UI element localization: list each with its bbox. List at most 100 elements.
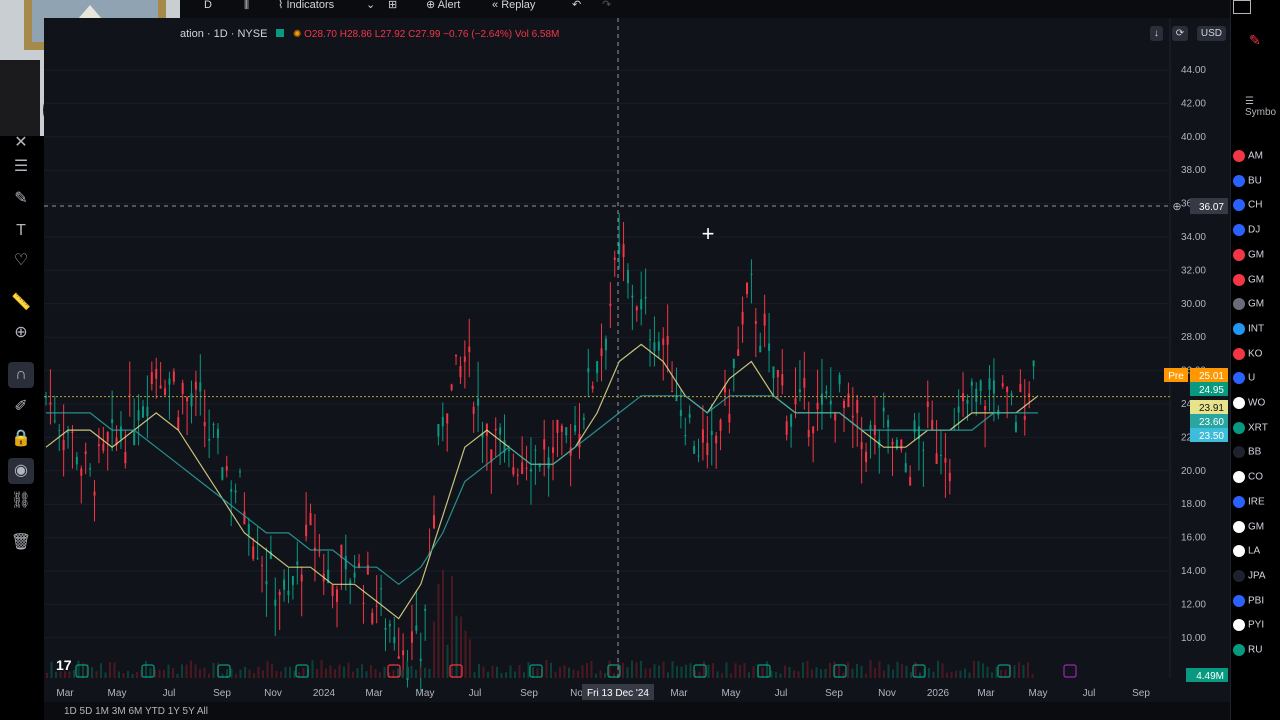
watchlist-row[interactable]: XRT xyxy=(1233,421,1280,444)
candle-body xyxy=(283,579,286,590)
candle-body xyxy=(534,449,537,451)
volume-bar xyxy=(73,670,75,678)
candle-body xyxy=(349,580,352,584)
watchlist-row[interactable]: JPA xyxy=(1233,569,1280,592)
favorites-icon[interactable]: ♡ xyxy=(8,248,34,274)
volume-bar xyxy=(797,671,800,678)
candle-body xyxy=(380,588,383,590)
download-icon[interactable]: ↓ xyxy=(1149,26,1163,41)
candle-body xyxy=(424,608,427,611)
candle-body xyxy=(521,462,524,475)
replay-button[interactable]: « Replay xyxy=(492,0,535,18)
watchlist-row[interactable]: INT xyxy=(1233,322,1280,345)
volume-bar xyxy=(361,664,363,678)
watchlist-row[interactable]: WO xyxy=(1233,397,1280,419)
refresh-icon[interactable]: ⟳ xyxy=(1171,26,1189,41)
candle-body xyxy=(935,453,938,464)
redo-icon[interactable]: ↷ xyxy=(602,0,611,18)
x-tick-label: Mar xyxy=(365,688,383,699)
pre-market-label: Pre xyxy=(1168,371,1184,382)
magnet-icon[interactable]: ∩ xyxy=(8,362,34,388)
watchlist-row[interactable]: DJ xyxy=(1233,224,1280,246)
brush-tool-icon[interactable]: ✎ xyxy=(8,186,34,212)
candle-body xyxy=(344,556,347,570)
volume-bar xyxy=(568,667,570,678)
text-tool-icon[interactable]: T xyxy=(8,218,34,244)
watchlist-row[interactable]: GM xyxy=(1233,520,1280,543)
price-chart[interactable]: 44.0042.0040.0038.0036.0034.0032.0030.00… xyxy=(44,18,1230,702)
zoom-icon[interactable]: ⊕ xyxy=(8,320,34,346)
layout-icon[interactable] xyxy=(1233,0,1251,14)
volume-bar xyxy=(406,660,408,678)
watchlist-row[interactable]: RU xyxy=(1233,644,1280,666)
x-tick-label: Mar xyxy=(56,688,74,699)
watchlist-row[interactable]: CO xyxy=(1233,471,1280,493)
ruler-icon[interactable]: 📏 xyxy=(8,290,34,316)
candle-body xyxy=(371,612,374,624)
chevron-down-icon[interactable]: ⌄ xyxy=(366,0,375,18)
volume-bar xyxy=(550,662,552,678)
trendline-tool-icon[interactable]: ☰ xyxy=(8,154,34,180)
volume-bar xyxy=(995,666,998,678)
pen-icon[interactable]: ✎ xyxy=(1249,32,1261,49)
bottom-bar: 1D 5D 1M 3M 6M YTD 1Y 5Y All xyxy=(44,702,1230,720)
earnings-icon: ✺ xyxy=(292,29,305,40)
watchlist-row[interactable]: KO xyxy=(1233,347,1280,370)
watchlist-row[interactable]: AM xyxy=(1233,150,1280,172)
candle-body xyxy=(150,372,153,385)
candle-body xyxy=(653,342,656,352)
candle-body xyxy=(212,424,215,426)
timeframe-selector[interactable]: 1D 5D 1M 3M 6M YTD 1Y 5Y All xyxy=(64,706,208,717)
x-tick-label: Nov xyxy=(878,688,896,699)
watchlist-row[interactable]: BB xyxy=(1233,446,1280,468)
x-tick-label: Mar xyxy=(977,688,995,699)
chart-canvas[interactable]: 44.0042.0040.0038.0036.0034.0032.0030.00… xyxy=(44,18,1230,702)
watchlist-row[interactable]: GM xyxy=(1233,248,1280,271)
candle-body xyxy=(67,431,70,433)
candle-body xyxy=(507,449,510,452)
volume-tag-label: 4.49M xyxy=(1196,671,1224,682)
replay-icon: « xyxy=(492,0,502,11)
watchlist-row[interactable]: LA xyxy=(1233,545,1280,567)
candle-body xyxy=(741,311,744,325)
candle-body xyxy=(657,341,660,351)
volume-bar xyxy=(365,671,368,678)
lock-icon[interactable]: 🔒 xyxy=(8,426,34,452)
candle-body xyxy=(278,592,281,596)
indicators-button[interactable]: ⌇ Indicators xyxy=(278,0,334,18)
candle-body xyxy=(772,366,775,379)
y-tick-label: 20.00 xyxy=(1181,466,1206,477)
crosshair-tool-icon[interactable]: ✕ xyxy=(8,130,34,156)
interval-button[interactable]: D xyxy=(204,0,212,18)
candle-body xyxy=(446,413,449,424)
volume-bar xyxy=(793,670,795,678)
watchlist-row[interactable]: PYI xyxy=(1233,619,1280,641)
undo-icon[interactable]: ↶ xyxy=(572,0,581,18)
watchlist-row[interactable]: IRE xyxy=(1233,495,1280,518)
candle-body xyxy=(238,471,241,473)
currency-select[interactable]: USD xyxy=(1196,26,1226,41)
candle-body xyxy=(622,244,625,258)
volume-bar xyxy=(892,669,894,678)
hide-drawings-icon[interactable]: ◉ xyxy=(8,458,34,484)
symbol-logo-icon xyxy=(1233,150,1245,162)
watchlist-row[interactable]: CH xyxy=(1233,199,1280,221)
link-icon[interactable]: ⛓ xyxy=(8,488,34,514)
candle-body xyxy=(159,385,162,389)
watchlist-row[interactable]: GM xyxy=(1233,273,1280,296)
candle-style-icon[interactable]: ⫼ xyxy=(244,0,249,18)
watchlist-row[interactable]: GM xyxy=(1233,298,1280,320)
candle-body xyxy=(1006,386,1009,393)
trash-icon[interactable]: 🗑 xyxy=(8,530,34,556)
candle-body xyxy=(829,400,832,405)
volume-bar xyxy=(104,672,107,678)
candle-body xyxy=(252,546,255,560)
watchlist-row[interactable]: PBI xyxy=(1233,594,1280,617)
watchlist-row[interactable]: BU xyxy=(1233,174,1280,197)
stay-in-drawing-icon[interactable]: ✐ xyxy=(8,394,34,420)
alert-button[interactable]: ⊕ Alert xyxy=(426,0,460,18)
watchlist-row[interactable]: U xyxy=(1233,372,1280,394)
volume-bar xyxy=(113,662,116,678)
candle-body xyxy=(640,299,643,310)
templates-icon[interactable]: ⊞ xyxy=(388,0,397,18)
